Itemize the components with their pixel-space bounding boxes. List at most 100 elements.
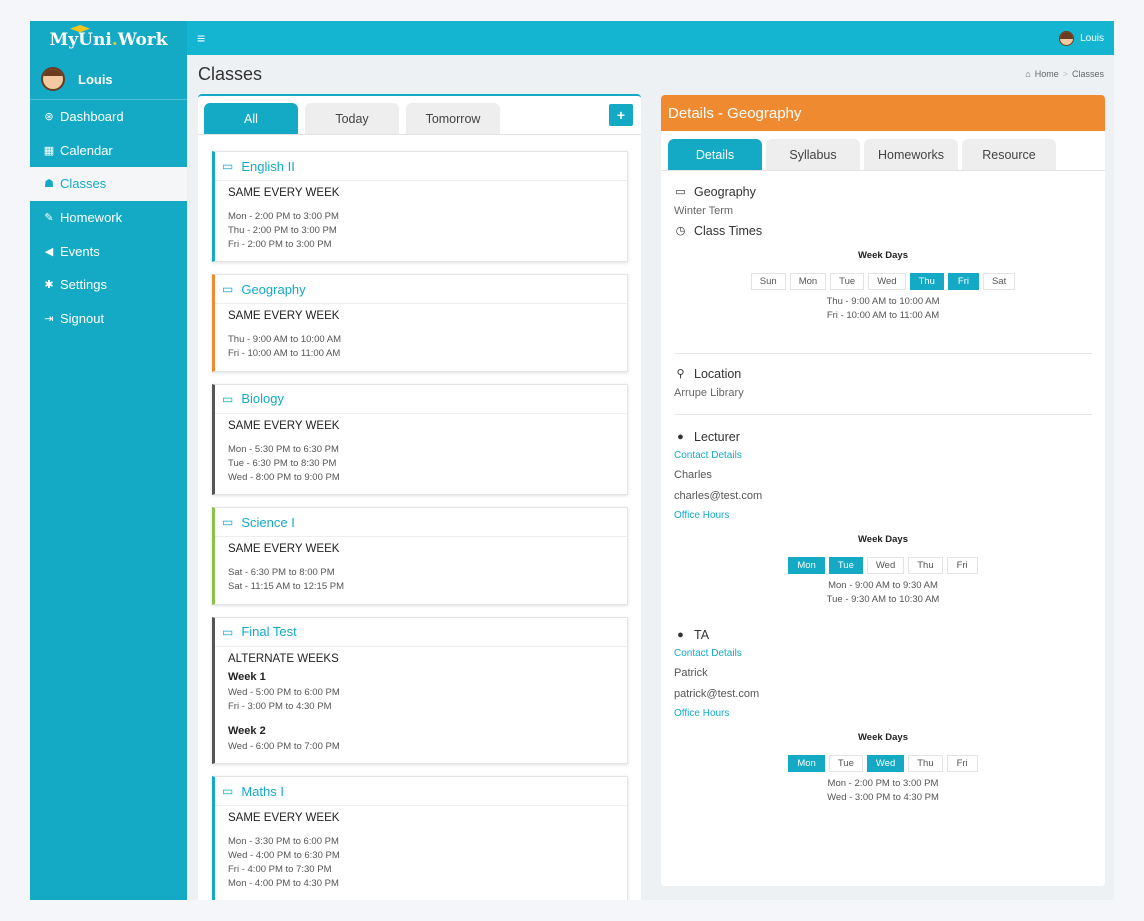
- class-card[interactable]: ▭ Final Test ALTERNATE WEEKS Week 1 Wed -…: [212, 616, 628, 765]
- tab-tomorrow[interactable]: Tomorrow: [406, 103, 500, 134]
- sidebar-item-label: Events: [60, 243, 100, 259]
- day-thu: Thu: [908, 755, 943, 772]
- sidebar-item-label: Signout: [60, 310, 105, 326]
- class-card-title[interactable]: ▭ Final Test: [215, 618, 627, 647]
- class-week-days: Sun Mon Tue Wed Thu Fri Sat: [674, 273, 1092, 290]
- divider: [674, 414, 1092, 415]
- app-window: MyUni. Work Louis ⊛ Dashboard ▦ Calendar ☗ C…: [30, 21, 1114, 900]
- class-card[interactable]: ▭ Maths I SAME EVERY WEEK Mon - 3:30 PM t…: [212, 776, 628, 900]
- monitor-icon: ▭: [222, 391, 234, 406]
- clock-icon: ◷: [675, 225, 686, 237]
- monitor-icon: ▭: [222, 784, 234, 799]
- class-time: Tue - 6:30 PM to 8:30 PM: [228, 457, 337, 469]
- ta-office-hours-link[interactable]: Office Hours: [674, 704, 1092, 722]
- sidebar-item-dashboard[interactable]: ⊛ Dashboard: [30, 100, 187, 134]
- course-term: Winter Term: [674, 205, 734, 217]
- map-pin-icon: ⚲: [676, 368, 685, 380]
- class-time: Mon - 3:30 PM to 6:00 PM: [228, 836, 339, 848]
- class-card[interactable]: ▭ English II SAME EVERY WEEK Mon - 2:00 P…: [212, 151, 628, 263]
- gear-icon: ✱: [44, 279, 54, 292]
- lecturer-contact-link[interactable]: Contact Details: [674, 446, 1092, 464]
- class-time: Fri - 4:00 PM to 7:30 PM: [228, 863, 332, 875]
- class-name: Geography: [241, 281, 306, 297]
- details-panel: Details - Geography Details Syllabus Hom…: [661, 95, 1105, 886]
- lecturer-office-hours-link[interactable]: Office Hours: [674, 506, 1092, 524]
- breadcrumb-current: Classes: [1071, 69, 1104, 79]
- breadcrumb-home[interactable]: Home: [1035, 69, 1059, 79]
- course-heading: ▭ Geography: [674, 182, 1092, 201]
- class-name: Science I: [241, 514, 295, 530]
- time-slot: Mon - 9:00 AM to 9:30 AM: [828, 580, 938, 591]
- top-user-menu[interactable]: Louis: [1059, 30, 1104, 46]
- sidebar-item-homework[interactable]: ✎ Homework: [30, 201, 187, 235]
- sidebar-item-label: Classes: [60, 176, 107, 192]
- details-title: Details - Geography: [661, 95, 1105, 131]
- sidebar-item-label: Settings: [60, 277, 107, 293]
- ta-contact-link[interactable]: Contact Details: [674, 644, 1092, 662]
- day-wed: Wed: [868, 273, 906, 290]
- hamburger-menu-icon[interactable]: ≡: [197, 30, 205, 46]
- sidebar-item-settings[interactable]: ✱ Settings: [30, 268, 187, 302]
- tab-all[interactable]: All: [204, 103, 298, 134]
- brand-logo[interactable]: MyUni. Work: [30, 21, 187, 59]
- class-time: Wed - 4:00 PM to 6:30 PM: [228, 850, 340, 862]
- class-time: Fri - 3:00 PM to 4:30 PM: [228, 700, 332, 712]
- time-slot: Mon - 2:00 PM to 3:00 PM: [827, 778, 939, 789]
- tab-today[interactable]: Today: [305, 103, 399, 134]
- class-card-title[interactable]: ▭ Maths I: [215, 777, 627, 807]
- class-frequency: SAME EVERY WEEK: [228, 543, 340, 556]
- tab-syllabus[interactable]: Syllabus: [766, 139, 860, 170]
- brand-name-b: Work: [117, 30, 168, 50]
- tab-homeworks[interactable]: Homeworks: [864, 139, 958, 170]
- add-class-button[interactable]: +: [609, 104, 633, 126]
- class-card[interactable]: ▭ Biology SAME EVERY WEEK Mon - 5:30 PM t…: [212, 383, 628, 496]
- class-filter-tabs: All Today Tomorrow +: [198, 96, 641, 135]
- dashboard-icon: ⊛: [44, 111, 54, 124]
- page-title: Classes: [198, 64, 263, 84]
- class-name: Biology: [241, 391, 284, 407]
- class-card[interactable]: ▭ Science I SAME EVERY WEEK Sat - 6:30 PM…: [212, 507, 628, 605]
- class-time: Fri - 2:00 PM to 3:00 PM: [228, 238, 332, 250]
- class-card-title[interactable]: ▭ Science I: [215, 508, 627, 538]
- user-icon: ●: [677, 430, 684, 443]
- sidebar-item-calendar[interactable]: ▦ Calendar: [30, 134, 187, 168]
- week-days-label: Week Days: [858, 250, 908, 261]
- day-sun: Sun: [750, 273, 786, 290]
- day-mon: Mon: [788, 755, 825, 772]
- day-fri: Fri: [946, 557, 978, 574]
- tab-details[interactable]: Details: [668, 139, 762, 170]
- sidebar-item-events[interactable]: ◀ Events: [30, 234, 187, 268]
- ta-heading: ● TA: [674, 625, 1092, 644]
- day-sat: Sat: [982, 273, 1016, 290]
- sidebar: MyUni. Work Louis ⊛ Dashboard ▦ Calendar ☗ C…: [30, 21, 187, 900]
- class-card[interactable]: ▭ Geography SAME EVERY WEEK Thu - 9:00 AM…: [212, 274, 628, 372]
- class-frequency: ALTERNATE WEEKS: [228, 652, 339, 665]
- class-card-title[interactable]: ▭ Geography: [215, 275, 627, 305]
- breadcrumb-separator: >: [1062, 69, 1068, 79]
- lecturer-heading: ● Lecturer: [674, 427, 1092, 446]
- sidebar-user-name: Louis: [78, 71, 113, 87]
- tab-resource[interactable]: Resource: [962, 139, 1056, 170]
- details-tabs: Details Syllabus Homeworks Resource: [661, 131, 1105, 171]
- lecturer-email[interactable]: charles@test.com: [674, 485, 1092, 506]
- time-slot: Fri - 10:00 AM to 11:00 AM: [826, 310, 940, 321]
- sidebar-item-label: Dashboard: [60, 109, 124, 125]
- time-slot: Tue - 9:30 AM to 10:30 AM: [826, 594, 940, 605]
- brand-name-a: MyUni: [49, 30, 112, 50]
- sidebar-user[interactable]: Louis: [30, 59, 187, 100]
- breadcrumb: ⌂ Home > Classes: [1025, 69, 1104, 79]
- sidebar-item-classes[interactable]: ☗ Classes: [30, 167, 187, 201]
- ta-label: TA: [694, 627, 710, 642]
- class-time: Thu - 9:00 AM to 10:00 AM: [228, 334, 342, 346]
- day-tue: Tue: [830, 273, 865, 290]
- class-time: Sat - 11:15 AM to 12:15 PM: [228, 581, 344, 593]
- class-time: Mon - 4:00 PM to 4:30 PM: [228, 877, 339, 889]
- sidebar-item-signout[interactable]: ⇥ Signout: [30, 302, 187, 336]
- week-days-label: Week Days: [858, 534, 908, 545]
- course-name: Geography: [694, 184, 756, 199]
- time-slot: Wed - 3:00 PM to 4:30 PM: [827, 792, 939, 803]
- class-time: Thu - 2:00 PM to 3:00 PM: [228, 224, 337, 236]
- ta-email[interactable]: patrick@test.com: [674, 683, 1092, 704]
- class-card-title[interactable]: ▭ Biology: [215, 385, 627, 414]
- class-card-title[interactable]: ▭ English II: [215, 152, 627, 181]
